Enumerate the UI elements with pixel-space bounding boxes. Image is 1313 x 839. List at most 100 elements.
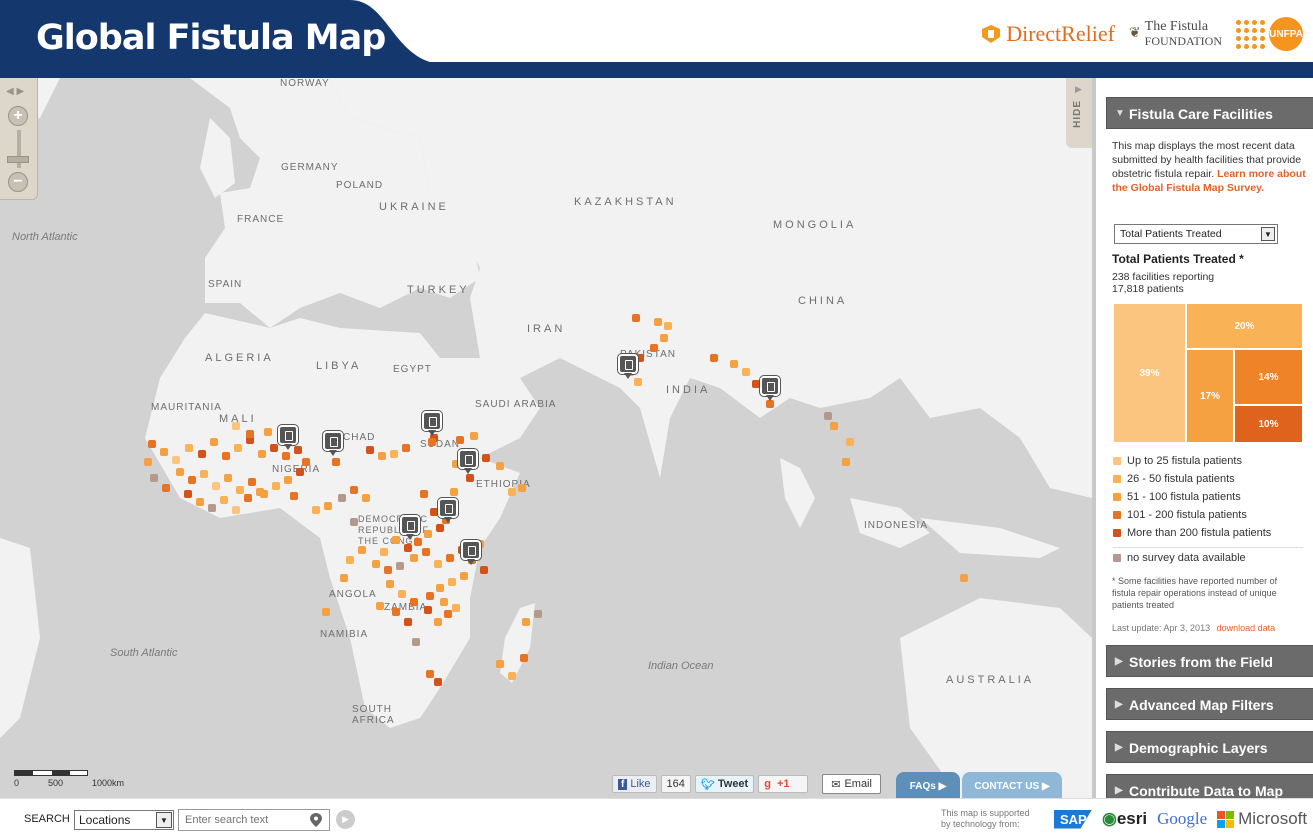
microsoft-logo[interactable]: Microsoft bbox=[1217, 809, 1307, 829]
zoom-in-button[interactable]: + bbox=[8, 106, 28, 126]
facility-marker[interactable] bbox=[456, 436, 464, 444]
facility-marker[interactable] bbox=[248, 478, 256, 486]
story-pin[interactable] bbox=[760, 376, 780, 402]
facility-marker[interactable] bbox=[224, 474, 232, 482]
facility-marker[interactable] bbox=[198, 450, 206, 458]
story-pin[interactable] bbox=[323, 431, 343, 457]
facility-marker[interactable] bbox=[378, 452, 386, 460]
facility-marker[interactable] bbox=[424, 530, 432, 538]
search-go-button[interactable]: ▶ bbox=[336, 810, 355, 829]
facility-marker[interactable] bbox=[444, 610, 452, 618]
facility-marker[interactable] bbox=[258, 450, 266, 458]
facility-marker[interactable] bbox=[208, 504, 216, 512]
facility-marker[interactable] bbox=[404, 544, 412, 552]
facility-marker[interactable] bbox=[470, 432, 478, 440]
direct-relief-logo[interactable]: DirectRelief bbox=[980, 21, 1115, 47]
no-data-legend-item[interactable]: no survey data available bbox=[1113, 552, 1246, 564]
facility-marker[interactable] bbox=[312, 506, 320, 514]
contact-us-tab[interactable]: CONTACT US ▶ bbox=[962, 772, 1062, 798]
treemap-cell[interactable]: 39% bbox=[1113, 303, 1186, 443]
facility-marker[interactable] bbox=[518, 484, 526, 492]
facility-marker[interactable] bbox=[332, 458, 340, 466]
facility-marker[interactable] bbox=[148, 440, 156, 448]
map-canvas[interactable]: North Atlantic South Atlantic Indian Oce… bbox=[0, 78, 1092, 798]
facility-marker[interactable] bbox=[246, 430, 254, 438]
facility-marker[interactable] bbox=[350, 486, 358, 494]
facility-marker[interactable] bbox=[185, 444, 193, 452]
location-pin-icon[interactable] bbox=[310, 813, 322, 827]
facility-marker[interactable] bbox=[302, 458, 310, 466]
story-pin[interactable] bbox=[438, 498, 458, 524]
facility-marker[interactable] bbox=[424, 606, 432, 614]
facility-marker[interactable] bbox=[428, 438, 436, 446]
facility-marker[interactable] bbox=[434, 618, 442, 626]
legend-item[interactable]: Up to 25 fistula patients bbox=[1113, 452, 1271, 470]
legend-item[interactable]: 26 - 50 fistula patients bbox=[1113, 470, 1271, 488]
facility-marker[interactable] bbox=[426, 592, 434, 600]
metric-dropdown[interactable]: Total Patients Treated ▼ bbox=[1114, 224, 1278, 244]
faq-tab[interactable]: FAQs ▶ bbox=[896, 772, 960, 798]
facility-marker[interactable] bbox=[392, 536, 400, 544]
facility-marker[interactable] bbox=[482, 454, 490, 462]
facility-marker[interactable] bbox=[366, 446, 374, 454]
facility-marker[interactable] bbox=[396, 562, 404, 570]
facility-marker[interactable] bbox=[172, 456, 180, 464]
facility-marker[interactable] bbox=[212, 482, 220, 490]
facility-marker[interactable] bbox=[264, 428, 272, 436]
facility-marker[interactable] bbox=[842, 458, 850, 466]
email-button[interactable]: ✉ Email bbox=[822, 774, 881, 794]
facility-marker[interactable] bbox=[402, 444, 410, 452]
unfpa-logo[interactable]: UNFPA bbox=[1236, 17, 1303, 51]
facility-marker[interactable] bbox=[176, 468, 184, 476]
facility-marker[interactable] bbox=[660, 334, 668, 342]
section-header-contribute[interactable]: ▶ Contribute Data to Map bbox=[1106, 774, 1313, 798]
section-header-demographics[interactable]: ▶ Demographic Layers bbox=[1106, 731, 1313, 763]
facility-marker[interactable] bbox=[162, 484, 170, 492]
facility-marker[interactable] bbox=[340, 574, 348, 582]
facility-marker[interactable] bbox=[398, 590, 406, 598]
facility-marker[interactable] bbox=[160, 448, 168, 456]
facility-marker[interactable] bbox=[434, 560, 442, 568]
facility-marker[interactable] bbox=[824, 412, 832, 420]
fistula-foundation-logo[interactable]: ❦ The Fistula Foundation bbox=[1129, 20, 1222, 49]
facility-marker[interactable] bbox=[282, 452, 290, 460]
facility-marker[interactable] bbox=[420, 490, 428, 498]
treemap-cell[interactable]: 20% bbox=[1186, 303, 1303, 349]
google-logo[interactable]: Google bbox=[1157, 809, 1207, 829]
facility-marker[interactable] bbox=[196, 498, 204, 506]
treemap-cell[interactable]: 17% bbox=[1186, 349, 1234, 443]
facility-marker[interactable] bbox=[236, 486, 244, 494]
facility-marker[interactable] bbox=[296, 468, 304, 476]
facility-marker[interactable] bbox=[496, 660, 504, 668]
facility-marker[interactable] bbox=[446, 554, 454, 562]
facility-marker[interactable] bbox=[362, 494, 370, 502]
facility-marker[interactable] bbox=[742, 368, 750, 376]
facility-marker[interactable] bbox=[436, 584, 444, 592]
facility-marker[interactable] bbox=[654, 318, 662, 326]
tweet-button[interactable]: 🐦︎ Tweet bbox=[694, 775, 755, 793]
facility-marker[interactable] bbox=[452, 604, 460, 612]
google-plus-button[interactable]: g +1 bbox=[758, 775, 809, 793]
facility-marker[interactable] bbox=[244, 494, 252, 502]
treemap-cell[interactable]: 10% bbox=[1234, 405, 1303, 443]
facility-marker[interactable] bbox=[350, 518, 358, 526]
section-header-facilities[interactable]: ▼ Fistula Care Facilities bbox=[1106, 97, 1313, 129]
facility-marker[interactable] bbox=[430, 508, 438, 516]
treemap-cell[interactable]: 14% bbox=[1234, 349, 1303, 405]
facility-marker[interactable] bbox=[496, 462, 504, 470]
esri-logo[interactable]: ◉esri bbox=[1102, 809, 1147, 829]
legend-item[interactable]: More than 200 fistula patients bbox=[1113, 524, 1271, 542]
facility-marker[interactable] bbox=[232, 422, 240, 430]
facility-marker[interactable] bbox=[436, 524, 444, 532]
facility-marker[interactable] bbox=[284, 476, 292, 484]
facility-marker[interactable] bbox=[222, 452, 230, 460]
story-pin[interactable] bbox=[618, 354, 638, 380]
facility-marker[interactable] bbox=[358, 546, 366, 554]
facility-marker[interactable] bbox=[450, 488, 458, 496]
facility-marker[interactable] bbox=[440, 598, 448, 606]
facebook-like-button[interactable]: f Like bbox=[612, 775, 657, 793]
facility-marker[interactable] bbox=[150, 474, 158, 482]
facility-marker[interactable] bbox=[232, 506, 240, 514]
facility-marker[interactable] bbox=[220, 496, 228, 504]
facility-marker[interactable] bbox=[412, 638, 420, 646]
